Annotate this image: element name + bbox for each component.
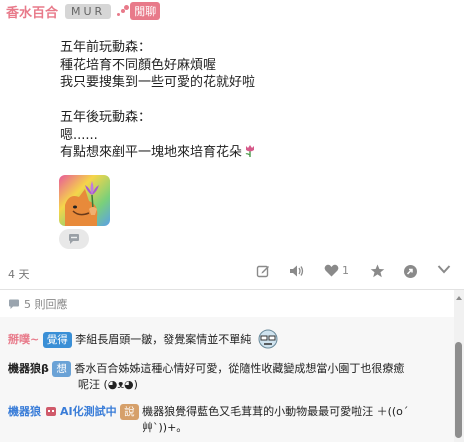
favorite-button[interactable] [370, 264, 385, 278]
post-line: 五年前玩動森： [60, 40, 152, 55]
replurk-button[interactable] [403, 264, 418, 279]
robot-badge-icon [45, 407, 56, 416]
edit-button[interactable] [256, 264, 270, 278]
comment-text: 機器狼覺得藍色又毛茸茸的小動物最最可愛啦汪 ＋((o´ [142, 405, 409, 418]
category-tag[interactable]: 閒聊 [117, 2, 161, 20]
post-header: 香水百合 MUR 閒聊 [0, 0, 464, 22]
comment-author[interactable]: 機器狼β [8, 362, 49, 375]
comment-item: 機器狼 AI化測試中 說 機器狼覺得藍色又毛茸茸的小動物最最可愛啦汪 ＋((o´… [8, 404, 448, 435]
share-icon [404, 265, 417, 278]
comment-author-suffix: AI化測試中 [60, 405, 117, 418]
post-line: 我只要搜集到一些可愛的花就好啦 [60, 75, 256, 90]
post-line: 有點想來剷平一塊地來培育花朵 [60, 144, 440, 162]
post-line-text: 有點想來剷平一塊地來培育花朵 [60, 145, 243, 160]
comment-text: 艸`))+。 [142, 421, 188, 434]
edit-icon [256, 265, 269, 278]
like-count: 1 [342, 264, 349, 277]
add-reaction-button[interactable] [59, 229, 89, 249]
speaker-icon [290, 265, 304, 277]
qualifier-badge: 覺得 [42, 332, 72, 348]
comment-item: 掰噗~ 覺得 李組長眉頭一皺，發覺案情並不單純 [8, 329, 279, 349]
comment-author[interactable]: 掰噗~ [8, 333, 39, 346]
category-label: 閒聊 [130, 2, 161, 20]
action-bar: 1 [0, 262, 464, 282]
comment-text: 香水百合姊姊這種心情好可愛，從隨性收藏變成想當小園丁也很療癒 [74, 362, 405, 375]
scrollbar-thumb[interactable] [455, 342, 462, 438]
comment-text: 呢汪 (◕ᴥ◕) [78, 378, 138, 391]
post-content: 五年前玩動森： 種花培育不同顏色好麻煩喔 我只要搜集到一些可愛的花就好啦 五年後… [60, 39, 440, 162]
qualifier-badge: 說 [120, 404, 139, 420]
like-button[interactable]: 1 [324, 264, 349, 277]
post-line: 嗯...... [60, 127, 98, 143]
post-line: 五年後玩動森： [60, 110, 152, 125]
scroll-up-arrow-icon[interactable] [456, 296, 462, 300]
qualifier-badge: 想 [52, 361, 71, 377]
robot-emoticon-icon [258, 329, 278, 349]
comment-author[interactable]: 機器狼 [8, 405, 41, 418]
sticker-image[interactable] [59, 175, 110, 226]
qualifier-badge: MUR [65, 3, 112, 19]
comment-icon [9, 299, 19, 309]
emoji-reaction-icon [69, 234, 79, 244]
heart-icon [324, 264, 339, 277]
chat-dots-icon [117, 5, 130, 17]
reply-count[interactable]: 5 則回應 [8, 296, 68, 312]
divider [0, 289, 464, 290]
chevron-down-icon [437, 265, 451, 274]
more-options-button[interactable] [437, 264, 451, 274]
tulip-icon [245, 145, 255, 157]
comment-text: 李組長眉頭一皺，發覺案情並不單純 [75, 333, 252, 346]
mute-button[interactable] [289, 264, 305, 278]
reply-count-label: 5 則回應 [24, 298, 68, 311]
comment-list: 掰噗~ 覺得 李組長眉頭一皺，發覺案情並不單純 機器狼β 想 香水百合姊姊這種心… [0, 317, 464, 442]
star-icon [370, 264, 385, 278]
comment-item: 機器狼β 想 香水百合姊姊這種心情好可愛，從隨性收藏變成想當小園丁也很療癒 呢汪… [8, 361, 448, 392]
post-author[interactable]: 香水百合 [6, 2, 58, 21]
post-line: 種花培育不同顏色好麻煩喔 [60, 57, 217, 73]
